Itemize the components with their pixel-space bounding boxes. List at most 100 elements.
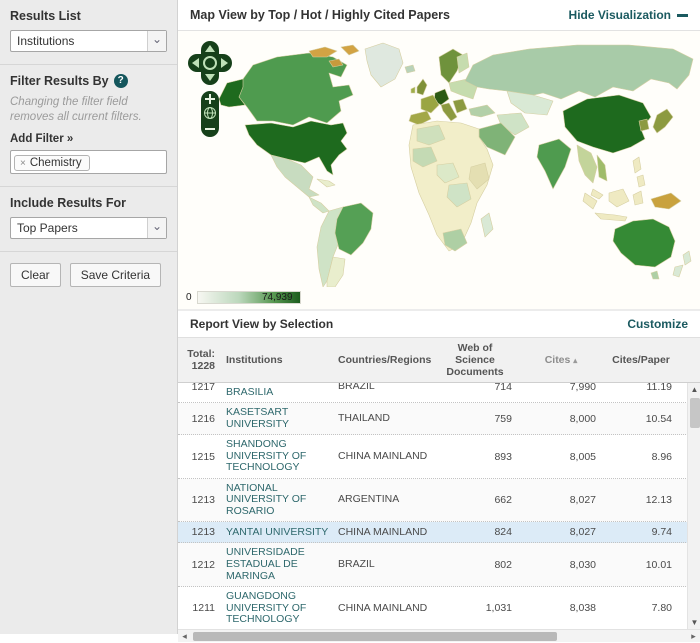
table-row[interactable]: 1217UNIVERSIDADE DE BRASILIABRAZIL7147,9… — [178, 383, 700, 403]
map-region-africa[interactable] — [409, 121, 493, 251]
legend-min-value: 0 — [186, 292, 192, 303]
row-cites: 8,038 — [522, 602, 606, 614]
row-cites-per-paper: 7.80 — [606, 602, 678, 614]
map-region-asia[interactable] — [465, 45, 693, 199]
institution-link[interactable]: NATIONAL UNIVERSITY OF ROSARIO — [222, 483, 334, 518]
report-table-body: 1217UNIVERSIDADE DE BRASILIABRAZIL7147,9… — [178, 383, 700, 629]
row-country: BRAZIL — [334, 559, 434, 571]
table-body-wrap: 1217UNIVERSIDADE DE BRASILIABRAZIL7147,9… — [178, 383, 700, 629]
row-cites: 8,005 — [522, 451, 606, 463]
table-row[interactable]: 1212UNIVERSIDADE ESTADUAL DE MARINGABRAZ… — [178, 543, 700, 587]
map-region-north-america[interactable] — [219, 43, 415, 213]
filter-section: Filter Results By ? Changing the filter … — [0, 65, 177, 187]
scroll-down-icon[interactable]: ▼ — [688, 616, 700, 629]
chevron-down-icon: ⌄ — [147, 218, 166, 238]
row-rank: 1213 — [178, 526, 222, 538]
row-cites: 8,030 — [522, 559, 606, 571]
row-cites: 8,000 — [522, 413, 606, 425]
filter-tag-chemistry[interactable]: × Chemistry — [14, 155, 90, 171]
row-rank: 1215 — [178, 451, 222, 463]
col-header-countries[interactable]: Countries/Regions — [334, 354, 434, 366]
row-country: THAILAND — [334, 413, 434, 425]
choropleth-world-map[interactable] — [180, 37, 698, 287]
legend-gradient-bar: 74,939 — [197, 291, 301, 304]
collapse-minus-icon — [677, 14, 688, 17]
institution-link[interactable]: KASETSART UNIVERSITY — [222, 407, 334, 430]
active-filters-box: × Chemistry — [10, 150, 167, 175]
include-results-select[interactable]: Top Papers ⌄ — [10, 217, 167, 239]
results-list-label: Results List — [10, 9, 167, 23]
row-cites-per-paper: 8.96 — [606, 451, 678, 463]
add-filter-link[interactable]: Add Filter » — [10, 133, 167, 145]
col-header-cites-per-paper[interactable]: Cites/Paper — [606, 354, 678, 366]
row-country: BRAZIL — [334, 383, 434, 392]
horizontal-scroll-thumb[interactable] — [193, 632, 557, 641]
include-results-section: Include Results For Top Papers ⌄ — [0, 187, 177, 252]
results-list-select[interactable]: Institutions ⌄ — [10, 30, 167, 52]
institution-link[interactable]: GUANGDONG UNIVERSITY OF TECHNOLOGY — [222, 591, 334, 626]
map-region-south-america[interactable] — [317, 203, 373, 287]
remove-filter-icon[interactable]: × — [20, 158, 26, 169]
scroll-up-icon[interactable]: ▲ — [688, 383, 700, 396]
map-view-title: Map View by Top / Hot / Highly Cited Pap… — [190, 8, 569, 22]
criteria-buttons: Clear Save Criteria — [0, 252, 177, 299]
customize-link[interactable]: Customize — [627, 317, 688, 331]
row-rank: 1212 — [178, 559, 222, 571]
map-controls — [188, 41, 232, 137]
map-region-europe[interactable] — [409, 49, 477, 125]
table-row[interactable]: 1213NATIONAL UNIVERSITY OF ROSARIOARGENT… — [178, 479, 700, 523]
row-cites-per-paper: 9.74 — [606, 526, 678, 538]
col-header-cites[interactable]: Cites ▴ — [522, 354, 606, 366]
vertical-scroll-thumb[interactable] — [690, 398, 700, 428]
row-wos-documents: 662 — [434, 494, 522, 506]
filter-tag-label: Chemistry — [30, 157, 82, 169]
row-country: CHINA MAINLAND — [334, 603, 434, 615]
row-wos-documents: 1,031 — [434, 602, 522, 614]
scroll-right-icon[interactable]: ▸ — [687, 630, 700, 643]
horizontal-scrollbar[interactable]: ◂ ▸ — [178, 629, 700, 642]
col-header-wos-documents[interactable]: Web of Science Documents — [434, 342, 522, 378]
row-cites: 8,027 — [522, 526, 606, 538]
filter-sidebar: Results List Institutions ⌄ Filter Resul… — [0, 0, 178, 634]
row-country: CHINA MAINLAND — [334, 451, 434, 463]
filter-note: Changing the filter field removes all cu… — [10, 95, 167, 125]
clear-button[interactable]: Clear — [10, 263, 61, 287]
include-results-value: Top Papers — [11, 218, 147, 238]
col-header-institutions[interactable]: Institutions — [222, 354, 334, 366]
institution-link[interactable]: SHANDONG UNIVERSITY OF TECHNOLOGY — [222, 439, 334, 474]
row-rank: 1216 — [178, 413, 222, 425]
help-icon[interactable]: ? — [114, 74, 128, 88]
legend-max-value: 74,939 — [262, 292, 293, 303]
report-title: Report View by Selection — [190, 317, 627, 331]
table-row[interactable]: 1216KASETSART UNIVERSITYTHAILAND7598,000… — [178, 403, 700, 435]
map-legend: 0 74,939 — [186, 291, 301, 304]
hide-visualization-link[interactable]: Hide Visualization — [569, 8, 688, 22]
visualization-header: Map View by Top / Hot / Highly Cited Pap… — [178, 0, 700, 31]
vertical-scrollbar[interactable]: ▲ ▼ — [687, 383, 700, 629]
row-country: CHINA MAINLAND — [334, 527, 434, 539]
row-wos-documents: 802 — [434, 559, 522, 571]
results-list-value: Institutions — [11, 31, 147, 51]
row-cites: 8,027 — [522, 494, 606, 506]
row-rank: 1213 — [178, 494, 222, 506]
row-cites-per-paper: 10.54 — [606, 413, 678, 425]
table-row[interactable]: 1215SHANDONG UNIVERSITY OF TECHNOLOGYCHI… — [178, 435, 700, 479]
row-rank: 1217 — [178, 383, 222, 393]
chevron-down-icon: ⌄ — [147, 31, 166, 51]
table-row[interactable]: 1213YANTAI UNIVERSITYCHINA MAINLAND8248,… — [178, 522, 700, 543]
institution-link[interactable]: UNIVERSIDADE DE BRASILIA — [222, 383, 334, 398]
scroll-left-icon[interactable]: ◂ — [178, 630, 191, 643]
sort-ascending-icon: ▴ — [573, 356, 577, 365]
table-header-row: Total: 1228 Institutions Countries/Regio… — [178, 338, 700, 383]
institution-link[interactable]: YANTAI UNIVERSITY — [222, 527, 334, 539]
save-criteria-button[interactable]: Save Criteria — [70, 263, 161, 287]
row-cites-per-paper: 12.13 — [606, 494, 678, 506]
results-list-section: Results List Institutions ⌄ — [0, 0, 177, 65]
row-wos-documents: 824 — [434, 526, 522, 538]
table-row[interactable]: 1211GUANGDONG UNIVERSITY OF TECHNOLOGYCH… — [178, 587, 700, 629]
institution-link[interactable]: UNIVERSIDADE ESTADUAL DE MARINGA — [222, 547, 334, 582]
map-region-oceania[interactable] — [583, 189, 691, 279]
row-wos-documents: 759 — [434, 413, 522, 425]
row-country: ARGENTINA — [334, 494, 434, 506]
row-wos-documents: 893 — [434, 451, 522, 463]
